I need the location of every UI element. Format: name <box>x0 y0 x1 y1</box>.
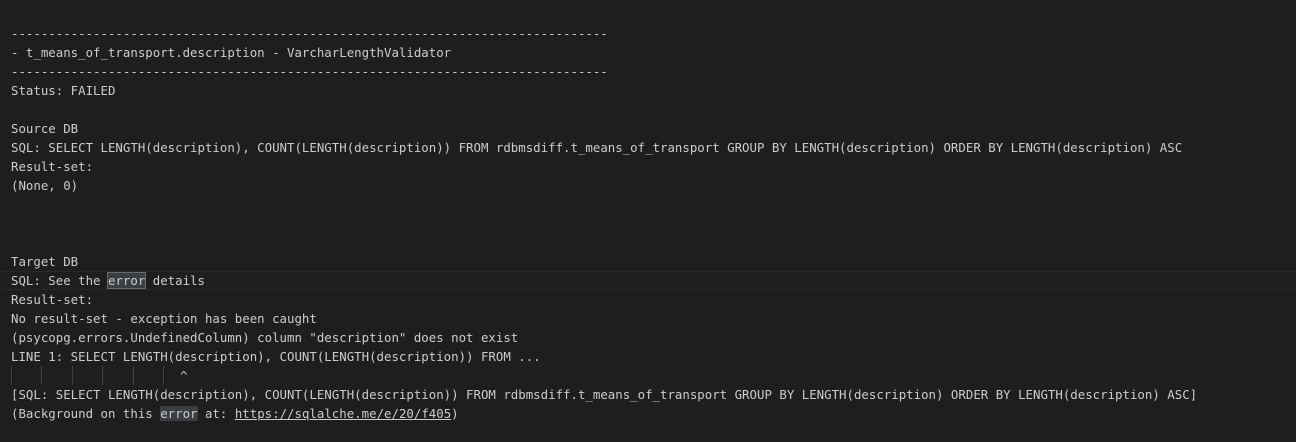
no-result-message: No result-set - exception has been caugh… <box>11 311 317 326</box>
indent-guides <box>11 366 171 385</box>
psycopg-error-message: (psycopg.errors.UndefinedColumn) column … <box>11 330 519 345</box>
source-sql-line: SQL: SELECT LENGTH(description), COUNT(L… <box>11 140 1183 155</box>
output-panel[interactable]: ----------------------------------------… <box>0 0 1296 442</box>
target-result-label: Result-set: <box>11 292 94 307</box>
error-caret-line: ^ <box>0 366 1296 385</box>
background-suffix: ) <box>451 406 459 421</box>
source-db-title: Source DB <box>11 121 79 136</box>
source-result-value: (None, 0) <box>11 178 79 193</box>
separator-line: ----------------------------------------… <box>11 26 608 41</box>
target-sql-line[interactable]: SQL: See the error details <box>0 271 1296 290</box>
target-sql-prefix: SQL: See the <box>11 273 108 288</box>
background-prefix: (Background on this <box>11 406 161 421</box>
background-info-line: (Background on this error at: https://sq… <box>0 404 1296 423</box>
selected-error-word[interactable]: error <box>106 272 147 289</box>
sqlalchemy-error-link[interactable]: https://sqlalche.me/e/20/f405 <box>235 406 451 421</box>
target-sql-suffix: details <box>145 273 205 288</box>
error-line-1: LINE 1: SELECT LENGTH(description), COUN… <box>11 349 541 364</box>
highlighted-error-word: error <box>160 406 198 421</box>
validator-header: - t_means_of_transport.description - Var… <box>11 45 452 60</box>
error-caret: ^ <box>180 368 188 383</box>
target-db-title: Target DB <box>11 254 79 269</box>
background-middle: at: <box>197 406 235 421</box>
sql-statement-bracket: [SQL: SELECT LENGTH(description), COUNT(… <box>11 387 1198 402</box>
separator-line: ----------------------------------------… <box>11 64 608 79</box>
source-result-label: Result-set: <box>11 159 94 174</box>
status-line: Status: FAILED <box>11 83 116 98</box>
